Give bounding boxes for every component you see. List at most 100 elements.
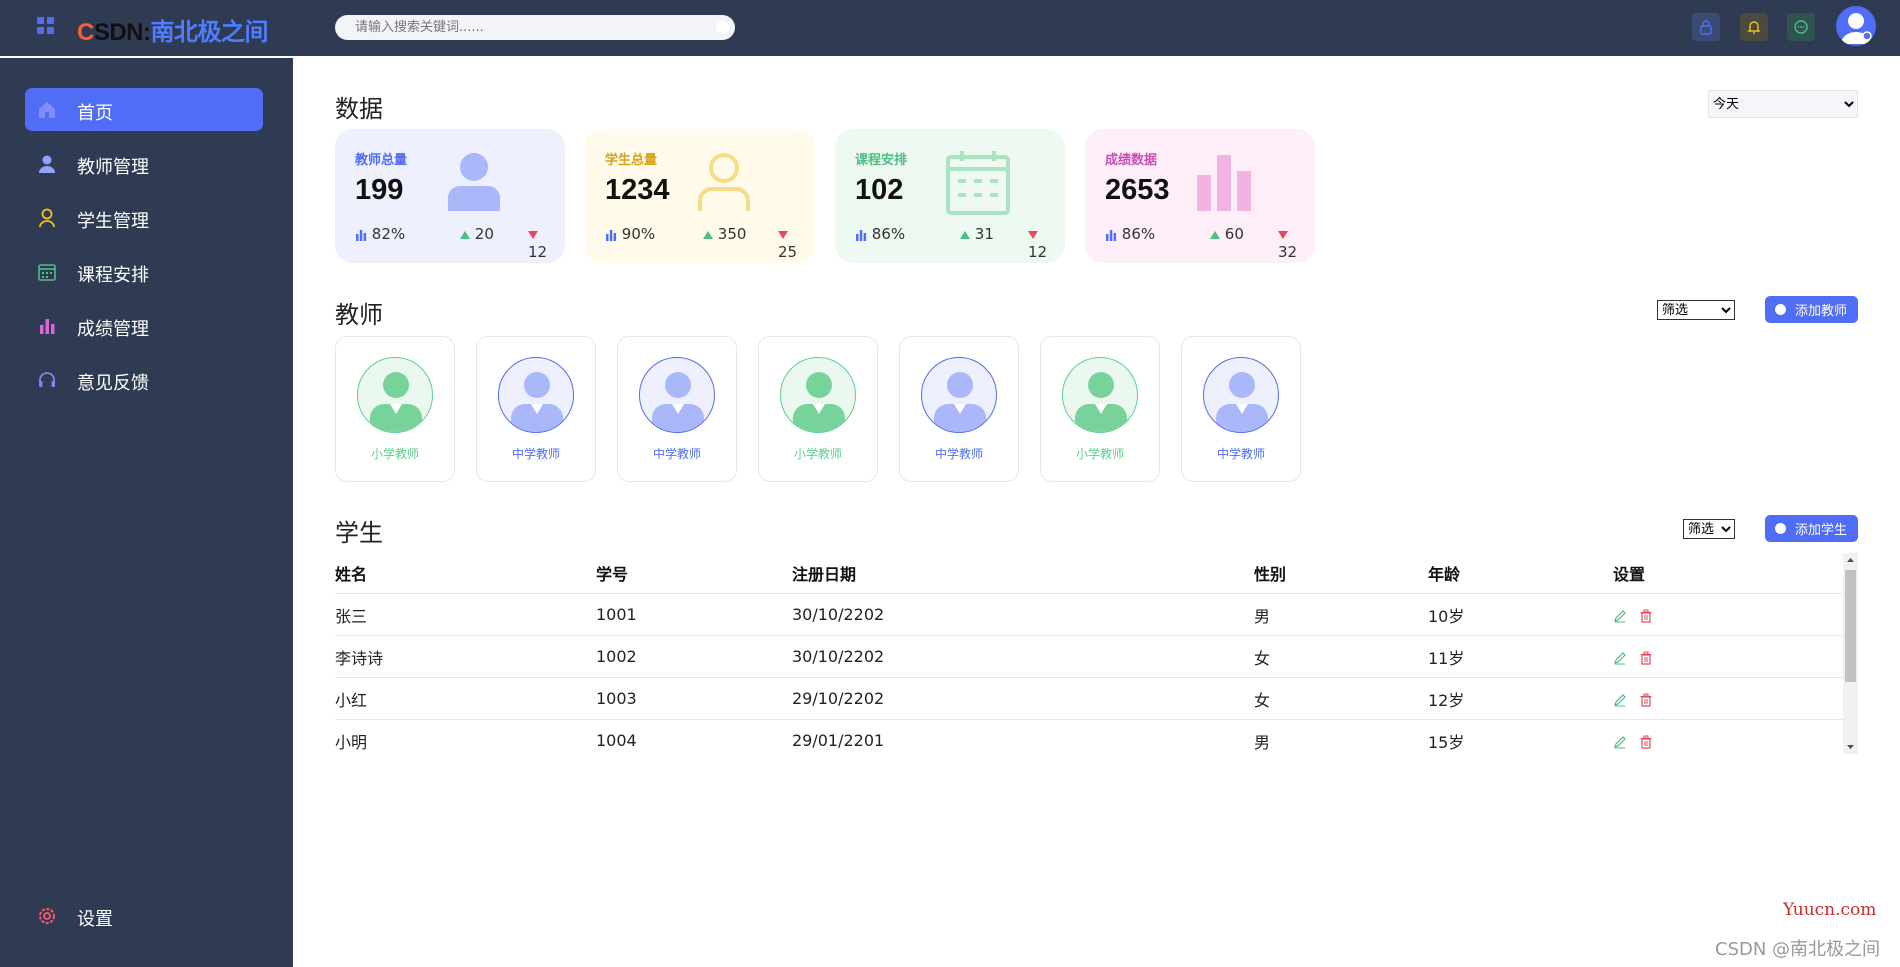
scrollbar-thumb[interactable] [1845, 570, 1856, 682]
calendar-icon [38, 264, 56, 281]
sidebar-item-grades[interactable]: 成绩管理 [25, 304, 263, 347]
user-icon [39, 155, 55, 173]
table-row[interactable]: 张三 1001 30/10/2202 男 10岁 [335, 593, 1843, 636]
search-button[interactable] [716, 21, 729, 34]
stat-card-value: 199 [355, 174, 404, 206]
triangle-up-icon [960, 230, 970, 239]
sidebar-item-feedback[interactable]: 意见反馈 [25, 358, 263, 401]
stat-down-value: 32 [1278, 243, 1298, 261]
user-icon [370, 372, 422, 432]
bar-chart-icon [356, 229, 367, 241]
message-button[interactable] [1787, 13, 1815, 41]
stat-up-value: 60 [1224, 225, 1244, 243]
table-row[interactable]: 小明 1004 29/01/2201 男 15岁 [335, 719, 1843, 754]
stat-down-value: 12 [1028, 243, 1048, 261]
row-actions [1613, 719, 1843, 754]
teacher-avatar [1062, 357, 1138, 433]
column-header-id[interactable]: 学号 [596, 553, 792, 594]
row-actions [1613, 635, 1843, 678]
column-header-date[interactable]: 注册日期 [792, 553, 1254, 594]
user-avatar[interactable] [1836, 6, 1876, 46]
sidebar: 首页 教师管理 学生管理 课程安排 成绩管理 意见反馈 设置 [0, 58, 293, 967]
sidebar-item-label: 意见反馈 [77, 373, 149, 394]
table-row[interactable]: 李诗诗 1002 30/10/2202 女 11岁 [335, 635, 1843, 678]
stat-card-teachers[interactable]: 教师总量 199 82% 20 12 [335, 129, 565, 263]
stat-card-value: 1234 [605, 174, 670, 206]
edit-icon[interactable] [1613, 609, 1627, 623]
stat-card-title: 教师总量 [355, 153, 408, 168]
teacher-card[interactable]: 小学教师 [1040, 336, 1160, 482]
teacher-label: 中学教师 [934, 447, 983, 461]
triangle-up-icon [1210, 230, 1220, 239]
student-gender: 男 [1254, 593, 1428, 636]
stat-card-students[interactable]: 学生总量 1234 90% 350 25 [585, 129, 815, 263]
student-icon [698, 153, 750, 211]
add-student-button[interactable]: 添加学生 [1765, 515, 1858, 542]
student-gender: 女 [1254, 635, 1428, 678]
delete-icon[interactable] [1639, 693, 1653, 707]
stat-down: 25 [778, 225, 805, 261]
teacher-card[interactable]: 中学教师 [899, 336, 1019, 482]
teachers-section-title: 教师 [335, 301, 383, 329]
student-name: 小红 [335, 677, 596, 720]
add-teacher-button[interactable]: 添加教师 [1765, 296, 1858, 323]
teacher-card[interactable]: 中学教师 [1181, 336, 1301, 482]
teacher-card[interactable]: 中学教师 [617, 336, 737, 482]
search-box [335, 15, 735, 40]
teacher-avatar [780, 357, 856, 433]
teacher-avatar [921, 357, 997, 433]
notification-button[interactable] [1740, 13, 1768, 41]
grid-menu-icon[interactable] [37, 17, 55, 35]
teacher-card[interactable]: 小学教师 [335, 336, 455, 482]
add-teacher-label: 添加教师 [1795, 304, 1848, 319]
teacher-label: 中学教师 [511, 447, 560, 461]
sidebar-item-label: 设置 [77, 909, 113, 930]
table-row[interactable]: 小红 1003 29/10/2202 女 12岁 [335, 677, 1843, 720]
stat-card-stats: 86% 31 12 [855, 225, 1055, 261]
sidebar-item-label: 首页 [77, 103, 113, 124]
teacher-avatar [639, 357, 715, 433]
search-input[interactable] [335, 15, 695, 40]
period-select[interactable]: 今天 [1708, 90, 1858, 118]
sidebar-item-label: 课程安排 [77, 265, 149, 286]
sidebar-item-settings[interactable]: 设置 [25, 894, 263, 937]
stat-card-stats: 90% 350 25 [605, 225, 805, 261]
column-header-settings: 设置 [1613, 553, 1843, 594]
stat-card-grades[interactable]: 成绩数据 2653 86% 60 32 [1085, 129, 1315, 263]
edit-icon[interactable] [1613, 651, 1627, 665]
triangle-down-icon [1028, 230, 1038, 239]
calendar-icon [946, 151, 1010, 215]
student-table-container[interactable]: 姓名 学号 注册日期 性别 年龄 设置 张三 1001 30/10/2202 男 10岁… [335, 553, 1858, 754]
scroll-up-icon[interactable] [1843, 553, 1858, 568]
edit-icon[interactable] [1613, 693, 1627, 707]
sidebar-item-teachers[interactable]: 教师管理 [25, 142, 263, 185]
sidebar-item-students[interactable]: 学生管理 [25, 196, 263, 239]
teacher-card[interactable]: 小学教师 [758, 336, 878, 482]
edit-icon[interactable] [1613, 735, 1627, 749]
user-icon [448, 153, 500, 211]
teacher-filter-select[interactable]: 筛选 [1657, 300, 1735, 320]
column-header-age[interactable]: 年龄 [1428, 553, 1613, 594]
delete-icon[interactable] [1639, 609, 1653, 623]
sidebar-item-courses[interactable]: 课程安排 [25, 250, 263, 293]
column-header-gender[interactable]: 性别 [1254, 553, 1428, 594]
lock-button[interactable] [1692, 13, 1720, 41]
student-filter-select[interactable]: 筛选 [1683, 519, 1735, 539]
teacher-label: 中学教师 [652, 447, 701, 461]
delete-icon[interactable] [1639, 651, 1653, 665]
sidebar-item-label: 学生管理 [77, 211, 149, 232]
row-actions [1613, 593, 1843, 636]
brand-logo[interactable]: CSDN:南北极之间 [77, 12, 269, 47]
scroll-down-icon[interactable] [1843, 739, 1858, 754]
column-header-name[interactable]: 姓名 [335, 553, 596, 594]
sidebar-item-home[interactable]: 首页 [25, 88, 263, 131]
home-icon [39, 102, 55, 118]
triangle-down-icon [1278, 230, 1288, 239]
stat-card-title: 课程安排 [855, 153, 908, 168]
student-age: 15岁 [1428, 719, 1613, 754]
chat-icon [1794, 20, 1808, 34]
teacher-card[interactable]: 中学教师 [476, 336, 596, 482]
table-scrollbar[interactable] [1843, 553, 1858, 754]
delete-icon[interactable] [1639, 735, 1653, 749]
stat-card-courses[interactable]: 课程安排 102 86% 31 12 [835, 129, 1065, 263]
